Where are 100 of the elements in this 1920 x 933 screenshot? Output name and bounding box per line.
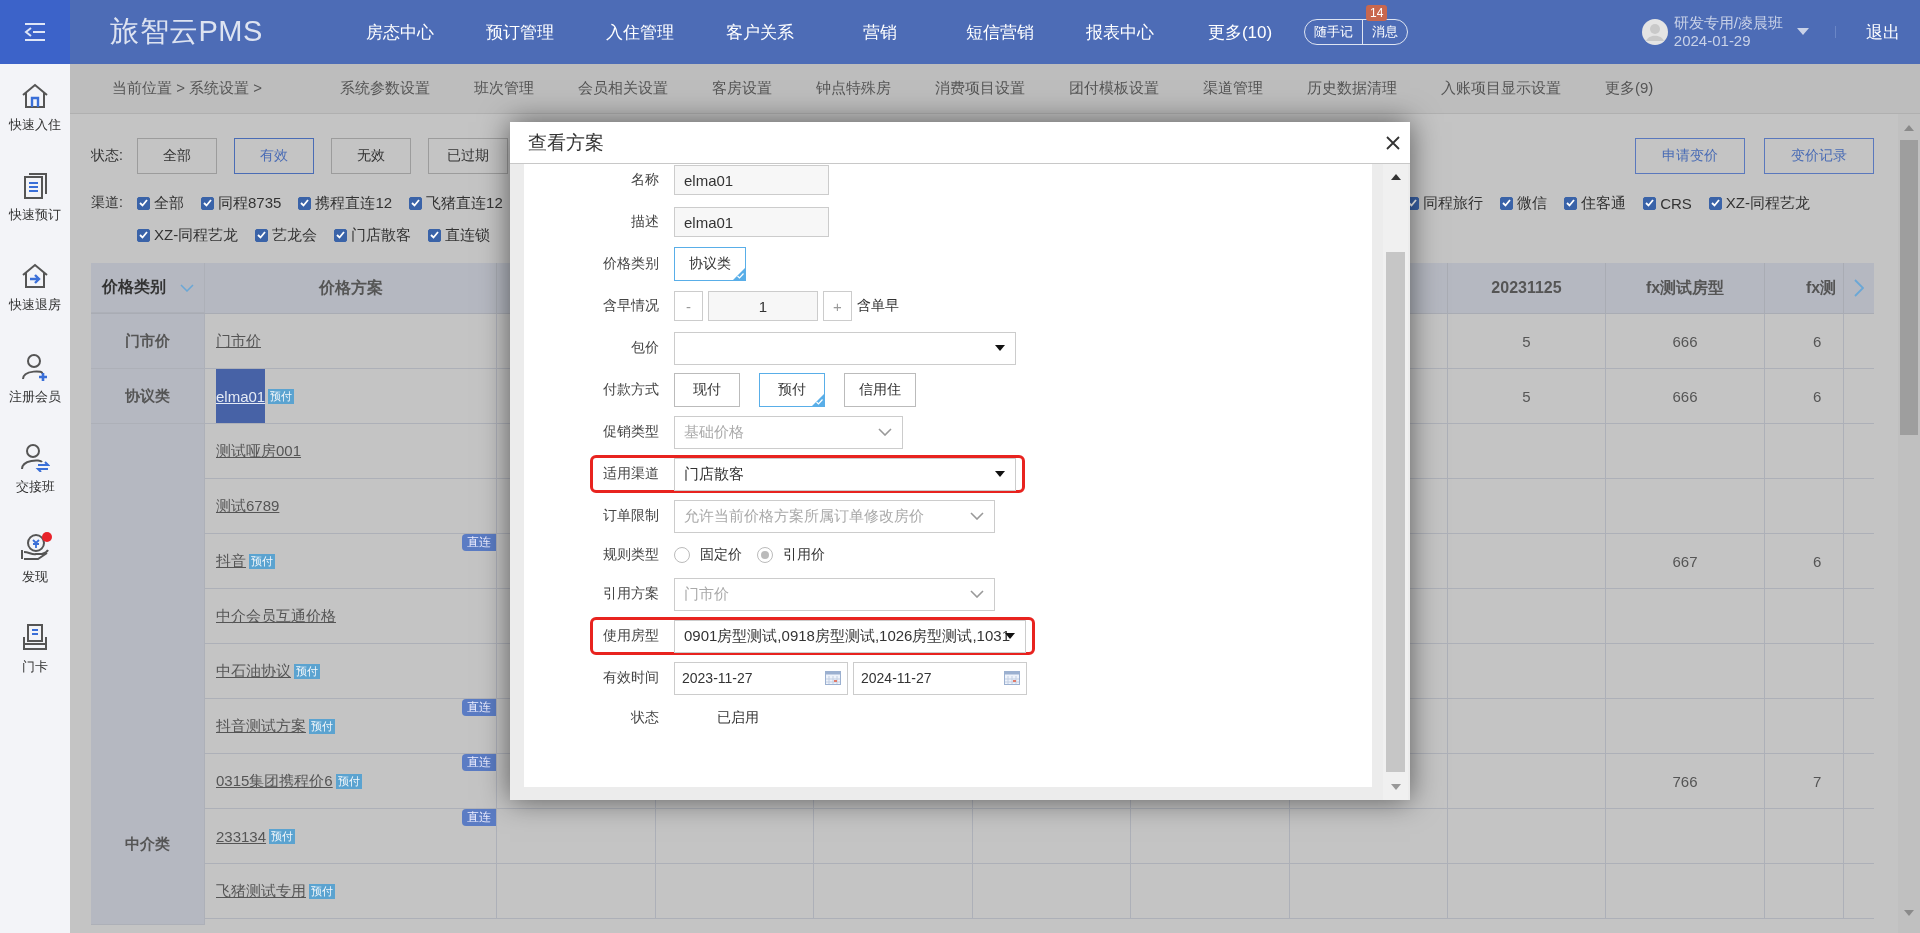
prepaid-tag: 预付 [269, 828, 296, 844]
plan-link[interactable]: 中石油协议 [216, 644, 291, 698]
settings-tab[interactable]: 钟点特殊房 [816, 79, 891, 98]
field-label: 价格类别 [602, 255, 659, 273]
status-filter-button[interactable]: 全部 [137, 138, 217, 174]
column-header[interactable]: 价格类别 [91, 263, 205, 313]
nav-link[interactable]: 营销 [820, 20, 940, 44]
sidebar-item[interactable]: 发现 [0, 528, 70, 618]
house-icon [20, 82, 50, 110]
checkbox[interactable] [137, 196, 150, 210]
option-button[interactable]: 预付 [759, 373, 825, 407]
field-label: 引用方案 [602, 585, 659, 603]
scroll-up-icon[interactable] [1389, 172, 1402, 182]
notes-button[interactable]: 随手记 [1305, 20, 1362, 44]
nav-link[interactable]: 更多(10) [1180, 20, 1300, 44]
action-button[interactable]: 变价记录 [1764, 138, 1874, 174]
table-cell: 666 [1606, 314, 1765, 369]
scrollbar-thumb[interactable] [1386, 252, 1405, 772]
option-button[interactable]: 信用住 [844, 373, 916, 407]
checkbox[interactable] [428, 228, 442, 242]
settings-tab[interactable]: 系统参数设置 [340, 79, 430, 98]
checkbox[interactable] [1500, 196, 1514, 210]
dropdown-field[interactable]: 门店散客 [674, 457, 1016, 491]
status-filter-button[interactable]: 有效 [234, 138, 314, 174]
plan-link[interactable]: elma01 [216, 369, 266, 423]
plan-link[interactable]: 测试6789 [216, 479, 280, 533]
checkbox-label: 艺龙会 [272, 225, 318, 245]
settings-tab[interactable]: 班次管理 [474, 79, 534, 98]
checkbox[interactable] [1708, 196, 1722, 210]
menu-button[interactable] [0, 0, 70, 64]
table-cell: 766 [1606, 754, 1765, 809]
direct-badge: 直连 [462, 809, 496, 826]
settings-tab[interactable]: 团付模板设置 [1069, 79, 1159, 98]
plan-link[interactable]: 抖音 [216, 534, 246, 588]
checkbox[interactable] [137, 228, 150, 242]
nav-link[interactable]: 短信营销 [940, 20, 1060, 44]
prepaid-tag: 预付 [268, 388, 295, 404]
nav-link[interactable]: 入住管理 [580, 20, 700, 44]
settings-tab[interactable]: 消费项目设置 [935, 79, 1025, 98]
scrollbar-thumb[interactable] [1900, 140, 1918, 435]
radio-button[interactable] [757, 547, 773, 563]
status-filter-button[interactable]: 无效 [331, 138, 411, 174]
number-field[interactable]: 1 [708, 291, 818, 321]
hand-coin-icon [20, 532, 50, 562]
calendar-icon[interactable] [825, 671, 841, 685]
settings-tab[interactable]: 更多(9) [1605, 79, 1654, 98]
sidebar-item[interactable]: 门卡 [0, 618, 70, 708]
option-button[interactable]: 协议类 [674, 247, 746, 281]
business-date: 2024-01-29 [1673, 32, 1752, 50]
status-filter-button[interactable]: 已过期 [428, 138, 508, 174]
field-label: 使用房型 [602, 627, 659, 645]
nav-link[interactable]: 客户关系 [700, 20, 820, 44]
settings-tab[interactable]: 会员相关设置 [578, 79, 668, 98]
checkbox[interactable] [409, 196, 423, 210]
checkbox[interactable] [1564, 196, 1578, 210]
plan-link[interactable]: 测试哑房001 [216, 424, 302, 478]
caret-icon[interactable] [995, 345, 1005, 351]
sidebar-item[interactable]: 快速退房 [0, 258, 70, 348]
nav-link[interactable]: 报表中心 [1060, 20, 1180, 44]
checkbox[interactable] [201, 196, 214, 210]
minus-button[interactable]: - [674, 291, 703, 321]
plus-button[interactable]: + [823, 291, 852, 321]
plan-link[interactable]: 飞猪测试专用 [216, 864, 306, 918]
plan-link[interactable]: 门市价 [216, 314, 261, 368]
text-field[interactable]: elma01 [674, 165, 829, 195]
dropdown-field[interactable] [674, 331, 1016, 365]
option-button[interactable]: 现付 [674, 373, 740, 407]
checkbox[interactable] [1643, 196, 1657, 210]
caret-icon[interactable] [995, 471, 1005, 477]
close-icon[interactable] [1386, 135, 1400, 150]
plan-link[interactable]: 0315集团携程价6 [216, 754, 333, 808]
field-label: 包价 [630, 339, 659, 357]
plan-link[interactable]: 抖音测试方案 [216, 699, 306, 753]
sidebar-item[interactable]: 注册会员 [0, 348, 70, 438]
plan-link[interactable]: 233134 [216, 809, 267, 863]
nav-link[interactable]: 预订管理 [460, 20, 580, 44]
checkbox[interactable] [255, 228, 269, 242]
checkbox[interactable] [298, 196, 312, 210]
sidebar-item[interactable]: 快速预订 [0, 168, 70, 258]
plan-link[interactable]: 中介会员互通价格 [216, 589, 336, 643]
checkbox-label: 门店散客 [351, 225, 412, 245]
settings-tab[interactable]: 入账项目显示设置 [1441, 79, 1561, 98]
text-field[interactable]: elma01 [674, 207, 829, 237]
sidebar-item[interactable]: 交接班 [0, 438, 70, 528]
field-label: 含早情况 [602, 297, 659, 315]
radio-button[interactable] [674, 547, 690, 563]
action-button[interactable]: 申请变价 [1635, 138, 1745, 174]
date-field[interactable]: 2023-11-27 [674, 661, 848, 695]
calendar-icon[interactable] [1004, 671, 1020, 685]
nav-link[interactable]: 房态中心 [340, 20, 460, 44]
house-icon [20, 262, 50, 290]
date-field[interactable]: 2024-11-27 [853, 661, 1027, 695]
table-cell: 5 [1448, 369, 1606, 424]
settings-tab[interactable]: 历史数据清理 [1307, 79, 1397, 98]
settings-tab[interactable]: 客房设置 [712, 79, 772, 98]
settings-tab[interactable]: 渠道管理 [1203, 79, 1263, 98]
sidebar-item[interactable]: 快速入住 [0, 78, 70, 168]
checkbox[interactable] [334, 228, 348, 242]
logout-link[interactable]: 退出 [1866, 20, 1900, 44]
dropdown-field[interactable]: 0901房型测试,0918房型测试,1026房型测试,1031 [674, 619, 1026, 653]
